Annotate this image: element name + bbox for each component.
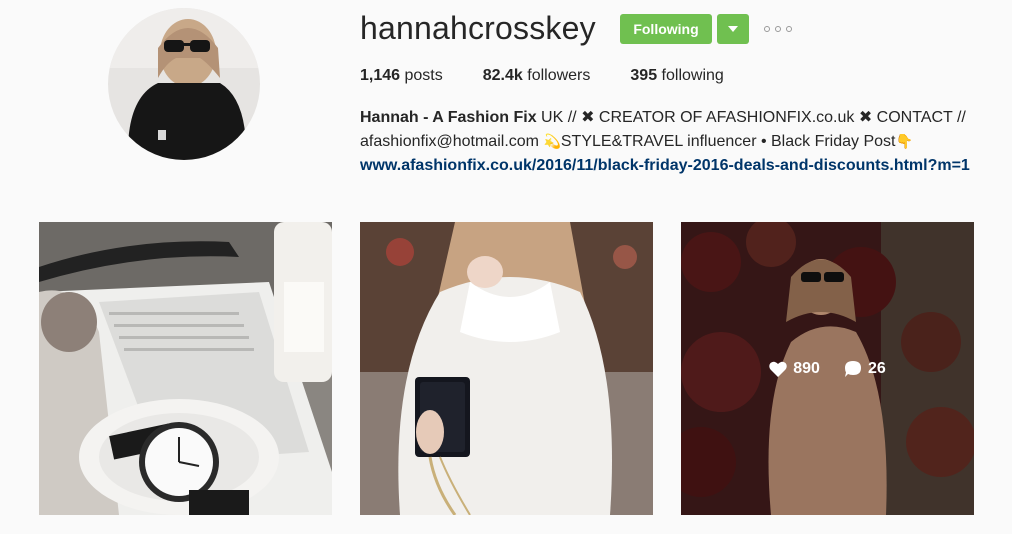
bio-website-link[interactable]: www.afashionfix.co.uk/2016/11/black-frid… bbox=[360, 154, 1000, 178]
followers-count[interactable]: 82.4k followers bbox=[483, 67, 591, 85]
following-count[interactable]: 395 following bbox=[630, 67, 723, 85]
chevron-down-icon bbox=[728, 26, 738, 32]
dot bbox=[764, 26, 770, 32]
profile-username: hannahcrosskey bbox=[360, 10, 596, 46]
bio-line-2: afashionfix@hotmail.com 💫STYLE&TRAVEL in… bbox=[360, 133, 913, 150]
profile-full-name: Hannah - A Fashion Fix bbox=[360, 109, 537, 126]
profile-stats: 1,146 posts 82.4k followers 395 followin… bbox=[360, 67, 764, 85]
post-hover-overlay: 890 26 bbox=[681, 222, 974, 515]
post-tile-3[interactable]: 890 26 bbox=[681, 222, 974, 515]
bio-line-1: Hannah - A Fashion Fix UK // ✖ CREATOR O… bbox=[360, 109, 966, 126]
post-tile-1[interactable] bbox=[39, 222, 332, 515]
profile-avatar[interactable] bbox=[108, 8, 260, 160]
comments-stat: 26 bbox=[844, 360, 886, 378]
comment-icon bbox=[844, 360, 861, 377]
suggestions-dropdown-button[interactable] bbox=[717, 14, 749, 44]
profile-bio: Hannah - A Fashion Fix UK // ✖ CREATOR O… bbox=[360, 106, 1000, 178]
dot bbox=[775, 26, 781, 32]
more-options-icon[interactable] bbox=[764, 22, 792, 36]
pointing-down-emoji: 👇 bbox=[895, 134, 913, 150]
post-image bbox=[39, 222, 332, 515]
following-button[interactable]: Following bbox=[620, 14, 712, 44]
posts-count: 1,146 posts bbox=[360, 67, 443, 84]
likes-count: 890 bbox=[793, 359, 820, 377]
dot bbox=[786, 26, 792, 32]
post-image bbox=[360, 222, 653, 515]
post-tile-2[interactable] bbox=[360, 222, 653, 515]
comments-count: 26 bbox=[867, 359, 886, 377]
sparkle-emoji: 💫 bbox=[543, 134, 561, 150]
heart-icon bbox=[769, 361, 787, 377]
likes-stat: 890 bbox=[769, 360, 820, 378]
